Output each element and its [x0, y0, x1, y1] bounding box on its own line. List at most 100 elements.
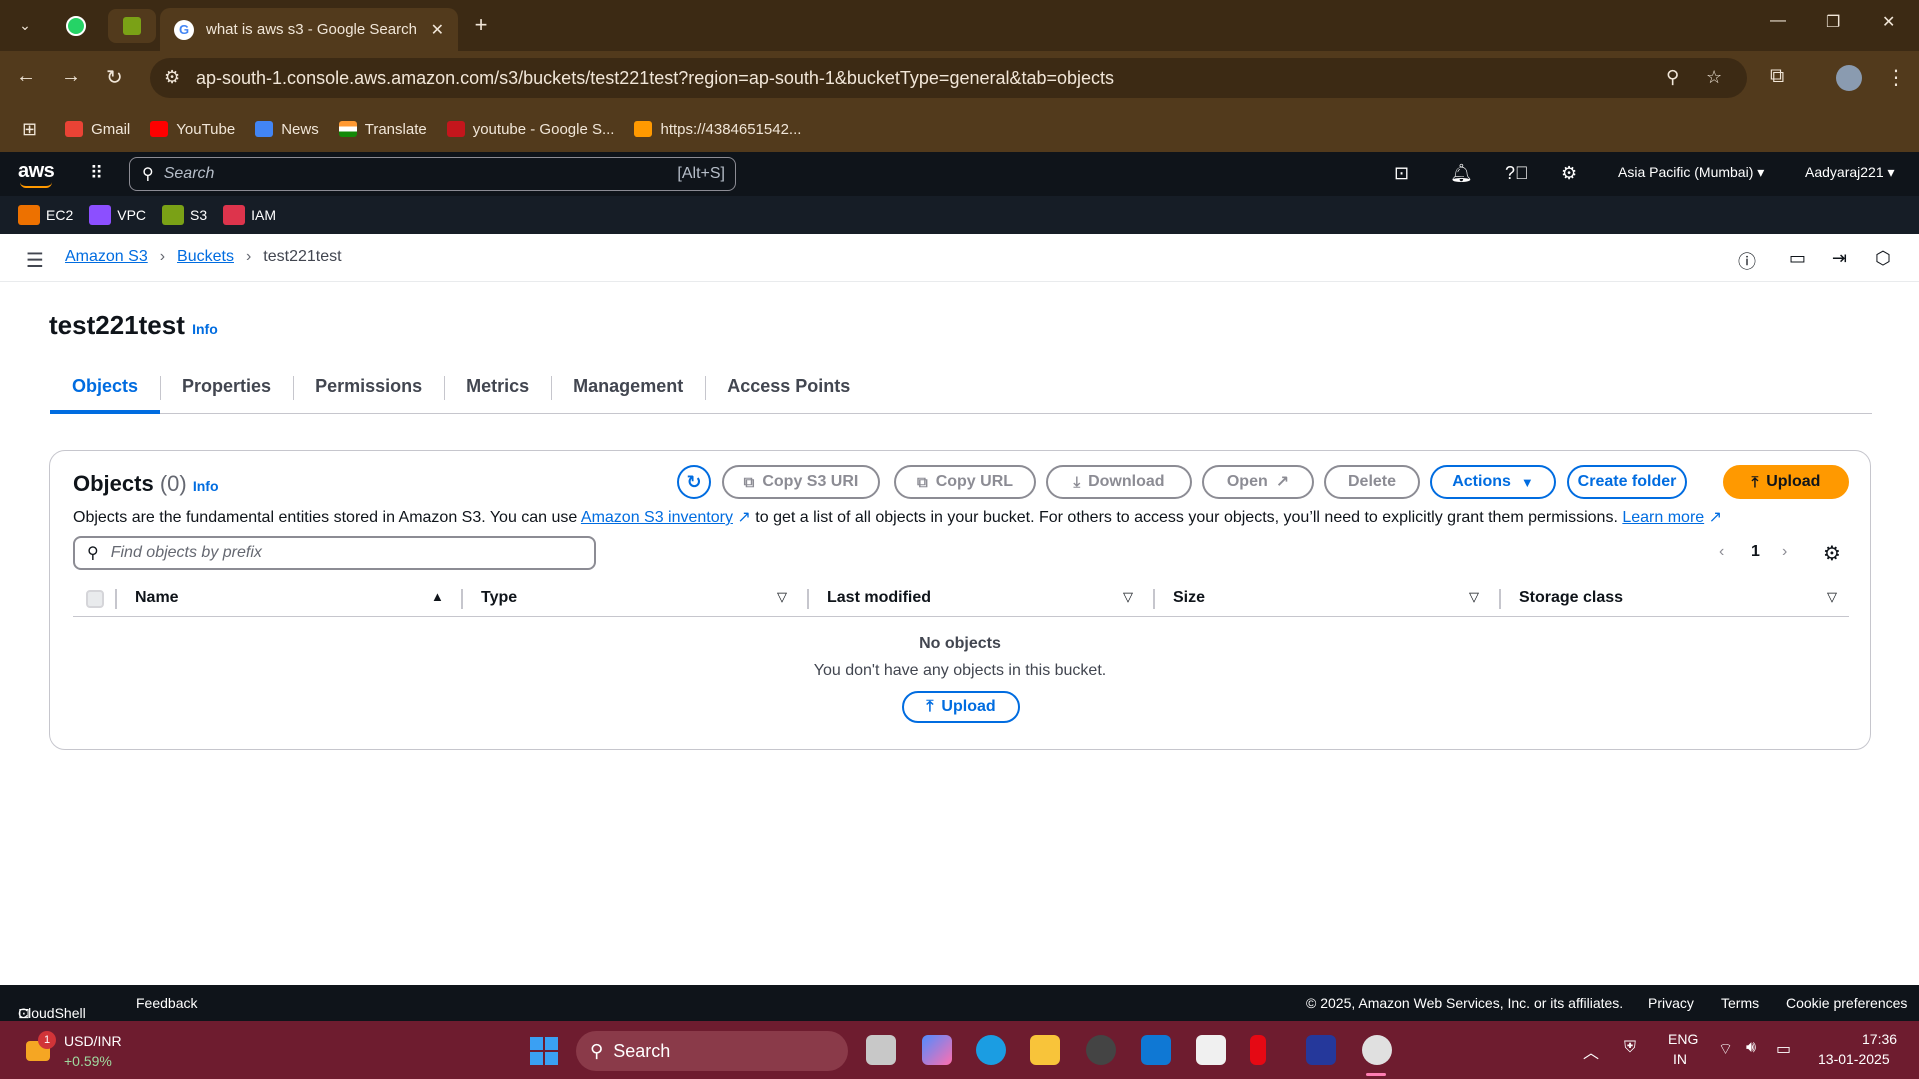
tab-management[interactable]: Management [551, 370, 705, 414]
create-folder-button[interactable]: Create folder [1567, 465, 1687, 499]
language-code[interactable]: ENG [1668, 1031, 1698, 1047]
back-icon[interactable]: ← [16, 65, 36, 88]
open-button[interactable]: Open ↗ [1202, 465, 1314, 499]
reload-icon[interactable]: ↻ [106, 65, 123, 90]
tab-active[interactable]: G what is aws s3 - Google Search ✕ [160, 8, 458, 51]
aws-search-input[interactable]: ⚲ Search [Alt+S] [129, 157, 736, 191]
zoom-icon[interactable]: ⚲ [1666, 67, 1679, 88]
tab-properties[interactable]: Properties [160, 370, 293, 414]
cookie-preferences-link[interactable]: Cookie preferences [1786, 995, 1907, 1011]
sort-icon[interactable]: ▽ [1469, 589, 1479, 605]
objects-info-link[interactable]: Info [193, 478, 219, 494]
taskbar-search[interactable]: ⚲ Search [576, 1031, 848, 1071]
bookmark-gmail[interactable]: Gmail [65, 121, 130, 138]
previous-page-icon[interactable]: ‹ [1719, 543, 1724, 561]
side-nav-menu-icon[interactable]: ☰ [26, 248, 44, 273]
close-window-icon[interactable]: ✕ [1882, 12, 1895, 32]
favorite-vpc[interactable]: VPC [89, 205, 146, 225]
forward-icon[interactable]: → [61, 65, 81, 88]
bookmark-youtube[interactable]: YouTube [150, 121, 235, 138]
ticker-widget[interactable]: 1 USD/INR +0.59% [22, 1031, 172, 1071]
tab-permissions[interactable]: Permissions [293, 370, 444, 414]
sort-icon[interactable]: ▽ [777, 589, 787, 605]
table-preferences-gear-icon[interactable]: ⚙ [1823, 541, 1841, 566]
apps-grid-icon[interactable]: ⊞ [22, 119, 37, 140]
column-type[interactable]: Type [481, 589, 517, 607]
notifications-bell-icon[interactable]: 🔔︎ [1450, 163, 1473, 184]
column-last-modified[interactable]: Last modified [827, 589, 931, 607]
actions-button[interactable]: Actions ▼ [1430, 465, 1556, 499]
delete-button[interactable]: Delete [1324, 465, 1420, 499]
pinned-tab-whatsapp[interactable] [52, 9, 100, 43]
tab-search-icon[interactable]: ⌄ [10, 10, 40, 40]
clock-date[interactable]: 13-01-2025 [1818, 1051, 1890, 1067]
favorite-iam[interactable]: IAM [223, 205, 276, 225]
bookmark-youtube-search[interactable]: youtube - Google S... [446, 121, 614, 138]
column-name[interactable]: Name [135, 589, 179, 607]
privacy-link[interactable]: Privacy [1648, 995, 1694, 1011]
task-view-icon[interactable] [866, 1035, 896, 1065]
tab-access-points[interactable]: Access Points [705, 370, 872, 414]
address-bar[interactable]: ⚙ ap-south-1.console.aws.amazon.com/s3/b… [150, 58, 1747, 98]
services-grid-icon[interactable]: ⠿ [90, 163, 103, 184]
netflix-icon[interactable] [1250, 1035, 1266, 1065]
tab-metrics[interactable]: Metrics [444, 370, 551, 414]
column-storage-class[interactable]: Storage class [1519, 589, 1623, 607]
feedback-link[interactable]: Feedback [136, 995, 197, 1011]
security-shield-icon[interactable]: ⛨ [1624, 1039, 1636, 1057]
next-page-icon[interactable]: › [1782, 543, 1787, 561]
breadcrumb-amazon-s3[interactable]: Amazon S3 [65, 248, 148, 266]
help-icon[interactable]: ?⃝ [1505, 163, 1529, 184]
edge-icon[interactable] [976, 1035, 1006, 1065]
tab-objects[interactable]: Objects [50, 370, 161, 414]
info-link[interactable]: Info [192, 321, 218, 337]
terms-link[interactable]: Terms [1721, 995, 1759, 1011]
sidepanel-icon[interactable]: ⇥ [1832, 248, 1847, 269]
download-button[interactable]: ⤓ Download [1046, 465, 1192, 499]
file-explorer-icon[interactable] [1030, 1035, 1060, 1065]
select-all-checkbox[interactable] [86, 590, 104, 608]
profile-avatar[interactable] [1836, 65, 1862, 91]
new-tab-icon[interactable]: + [466, 10, 496, 40]
screen-icon[interactable]: ▭ [1789, 248, 1806, 269]
copy-s3-uri-button[interactable]: ⧉ Copy S3 URI [722, 465, 880, 499]
cloudshell-icon[interactable]: ⊡ [1394, 163, 1409, 184]
favorite-s3[interactable]: S3 [162, 205, 207, 225]
copilot-icon[interactable] [922, 1035, 952, 1065]
sort-ascending-icon[interactable]: ▲ [431, 589, 444, 604]
microsoft-store-icon[interactable] [1196, 1035, 1226, 1065]
wifi-icon[interactable]: ⌔ [1718, 1039, 1733, 1059]
find-objects-input[interactable]: ⚲ Find objects by prefix [73, 536, 596, 570]
aws-logo[interactable]: aws [18, 160, 55, 183]
chrome-icon[interactable] [1362, 1035, 1392, 1065]
extensions-icon[interactable]: ⧉ [1770, 65, 1784, 88]
region-selector[interactable]: Asia Pacific (Mumbai) ▾ [1618, 164, 1764, 181]
page-number[interactable]: 1 [1751, 543, 1760, 561]
volume-icon[interactable]: 🔊︎ [1746, 1039, 1756, 1057]
windows-start-icon[interactable] [530, 1037, 558, 1065]
copy-url-button[interactable]: ⧉ Copy URL [894, 465, 1036, 499]
amazon-music-icon[interactable] [1306, 1035, 1336, 1065]
bookmark-star-icon[interactable]: ☆ [1706, 67, 1722, 88]
settings-gear-icon[interactable]: ⚙ [1561, 163, 1577, 184]
battery-icon[interactable]: ▭ [1776, 1039, 1791, 1059]
restore-icon[interactable]: ❐ [1826, 12, 1840, 32]
info-panel-icon[interactable]: ⓘ [1738, 248, 1756, 274]
sort-icon[interactable]: ▽ [1123, 589, 1133, 605]
menu-icon[interactable]: ⋮ [1886, 65, 1906, 90]
account-menu[interactable]: Aadyaraj221 ▾ [1805, 164, 1895, 181]
clock-time[interactable]: 17:36 [1862, 1031, 1897, 1047]
outlook-icon[interactable] [1141, 1035, 1171, 1065]
sort-icon[interactable]: ▽ [1827, 589, 1837, 605]
pinned-tab-s3[interactable] [108, 9, 156, 43]
hexagon-settings-icon[interactable]: ⬡ [1875, 248, 1891, 269]
show-hidden-icons-icon[interactable]: ︿ [1583, 1039, 1599, 1063]
minimize-icon[interactable]: — [1770, 12, 1786, 30]
learn-more-link[interactable]: Learn more [1622, 509, 1704, 526]
empty-state-upload-button[interactable]: ⤒ Upload [902, 691, 1020, 723]
dell-icon[interactable] [1086, 1035, 1116, 1065]
bookmark-news[interactable]: News [255, 121, 319, 138]
favorite-ec2[interactable]: EC2 [18, 205, 73, 225]
bookmark-aws-console[interactable]: https://4384651542... [634, 121, 801, 138]
column-size[interactable]: Size [1173, 589, 1205, 607]
